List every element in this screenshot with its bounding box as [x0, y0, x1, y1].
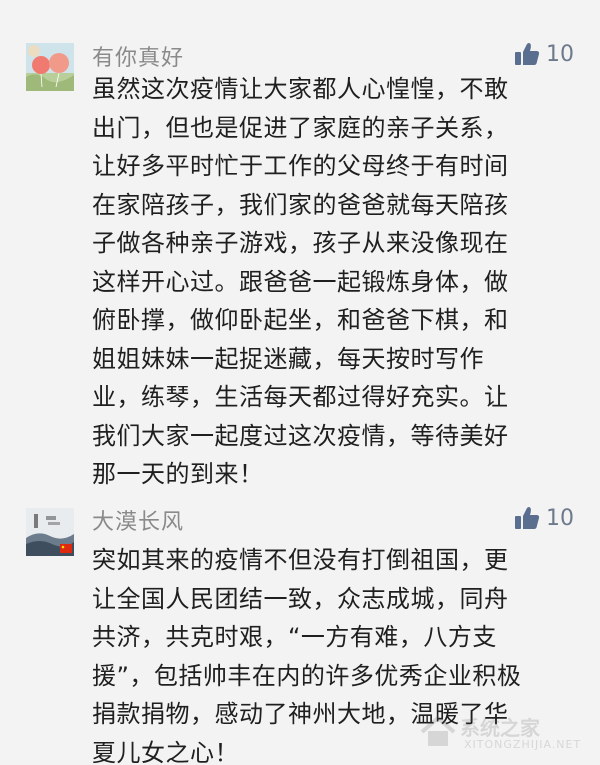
like-button[interactable]: 10: [514, 41, 574, 67]
avatar[interactable]: [26, 43, 74, 91]
watermark-url: XITONGZHIJIA.NET: [464, 738, 582, 751]
like-count: 10: [546, 505, 574, 531]
thumbs-up-icon: [515, 43, 540, 65]
like-button[interactable]: 10: [514, 505, 574, 531]
site-watermark: 系统之家 XITONGZHIJIA.NET: [420, 708, 580, 758]
username[interactable]: 有你真好: [92, 40, 184, 72]
username[interactable]: 大漠长风: [92, 504, 184, 536]
watermark-text: 系统之家: [460, 716, 540, 740]
like-count: 10: [546, 41, 574, 67]
avatar[interactable]: [26, 508, 74, 556]
landscape-flag-avatar-icon: [26, 508, 74, 556]
comment-text: 虽然这次疫情让大家都人心惶惶，不敢 出门，但也是促进了家庭的亲子关系， 让好多平…: [92, 75, 509, 488]
house-logo-icon: [420, 715, 456, 746]
thumbs-up-icon: [515, 507, 540, 529]
heart-balloons-avatar-icon: [26, 43, 74, 91]
